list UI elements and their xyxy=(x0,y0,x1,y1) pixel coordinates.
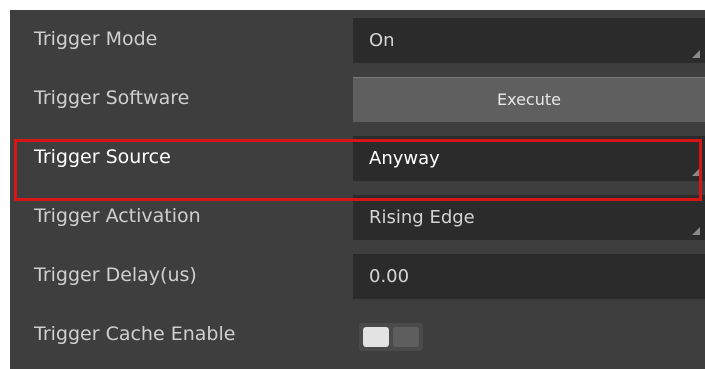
trigger-source-select[interactable]: Anyway xyxy=(353,136,705,181)
dropdown-corner-icon xyxy=(692,168,700,176)
property-row-trigger-source: Trigger Source Anyway xyxy=(10,128,705,187)
input-value: 0.00 xyxy=(369,266,410,287)
property-label: Trigger Cache Enable xyxy=(34,323,236,345)
dropdown-corner-icon xyxy=(692,227,700,235)
execute-button[interactable]: Execute xyxy=(353,77,705,122)
trigger-properties-panel: Trigger Mode On Trigger Software Execute… xyxy=(10,10,705,369)
property-row-trigger-delay: Trigger Delay(us) 0.00 xyxy=(10,246,705,305)
toggle-track xyxy=(393,327,419,347)
property-label: Trigger Software xyxy=(34,87,190,109)
property-row-trigger-software: Trigger Software Execute xyxy=(10,69,705,128)
property-label: Trigger Delay(us) xyxy=(34,264,197,286)
trigger-activation-select[interactable]: Rising Edge xyxy=(353,195,705,240)
property-label: Trigger Activation xyxy=(34,205,201,227)
trigger-cache-enable-toggle[interactable] xyxy=(359,323,423,351)
trigger-delay-input[interactable]: 0.00 xyxy=(353,254,705,299)
property-row-trigger-activation: Trigger Activation Rising Edge xyxy=(10,187,705,246)
property-row-trigger-cache-enable: Trigger Cache Enable xyxy=(10,305,705,364)
property-row-trigger-mode: Trigger Mode On xyxy=(10,10,705,69)
dropdown-corner-icon xyxy=(692,50,700,58)
property-label: Trigger Mode xyxy=(34,28,158,50)
trigger-mode-select[interactable]: On xyxy=(353,18,705,63)
select-value: Anyway xyxy=(369,148,440,169)
property-label: Trigger Source xyxy=(34,146,171,168)
select-value: On xyxy=(369,30,395,51)
select-value: Rising Edge xyxy=(369,207,475,228)
toggle-knob xyxy=(363,327,389,347)
